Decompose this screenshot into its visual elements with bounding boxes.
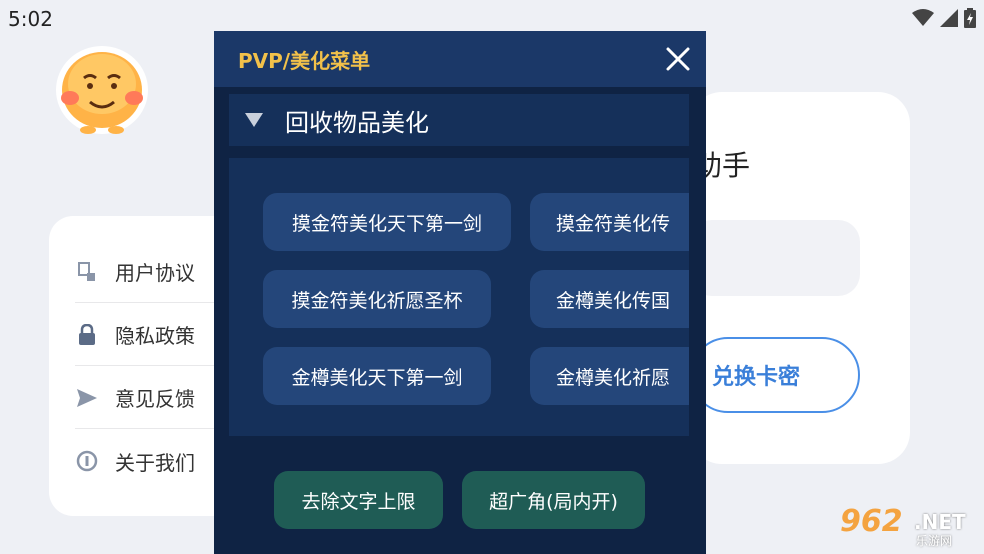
send-icon (75, 386, 99, 410)
section-label: 回收物品美化 (285, 108, 429, 137)
lock-icon (75, 323, 99, 347)
menu-item-label: 隐私政策 (115, 324, 195, 348)
site-watermark: 962 .NET 乐游网 (840, 504, 978, 548)
overlay-title: PVP/美化菜单 (238, 49, 371, 73)
redeem-button[interactable]: 兑换卡密 (690, 337, 860, 413)
section-header-recycle-items[interactable]: 回收物品美化 (229, 94, 689, 146)
redeem-card: 助手 兑换卡密 (690, 92, 910, 464)
signal-icon (940, 9, 958, 31)
chip-button[interactable]: 金樽美化传国 (530, 270, 689, 328)
info-icon (75, 449, 99, 473)
menu-item-privacy-policy[interactable]: 隐私政策 (75, 304, 235, 366)
chip-button[interactable]: 摸金符美化祈愿圣杯 (263, 270, 491, 328)
menu-item-label: 意见反馈 (115, 387, 195, 411)
mod-menu-overlay: PVP/美化菜单 回收物品美化 摸金符美化天下第一剑 摸金符美化传 摸金符美化祈… (214, 31, 706, 554)
chip-button[interactable]: 摸金符美化天下第一剑 (263, 193, 511, 251)
menu-item-label: 关于我们 (115, 450, 195, 475)
close-icon[interactable] (664, 45, 692, 73)
menu-item-label: 用户协议 (115, 261, 195, 285)
wifi-icon (912, 9, 934, 31)
watermark-site-name: 乐游网 (916, 534, 953, 548)
overlay-header: PVP/美化菜单 (214, 31, 706, 87)
menu-item-about-us[interactable]: 关于我们 (75, 430, 235, 492)
battery-icon (964, 8, 976, 32)
chip-button[interactable]: 金樽美化天下第一剑 (263, 347, 491, 405)
menu-item-user-agreement[interactable]: 用户协议 (75, 241, 235, 303)
watermark-net: .NET (914, 510, 966, 534)
card-key-input[interactable] (690, 220, 860, 296)
status-time: 5:02 (8, 7, 53, 31)
watermark-number: 962 (840, 504, 903, 539)
collapse-triangle-icon (245, 113, 263, 127)
chip-button[interactable]: 摸金符美化传 (530, 193, 689, 251)
remove-text-limit-button[interactable]: 去除文字上限 (274, 471, 443, 529)
menu-item-feedback[interactable]: 意见反馈 (75, 367, 235, 429)
document-icon (75, 260, 99, 284)
chip-button[interactable]: 金樽美化祈愿 (530, 347, 689, 405)
status-icons (912, 8, 976, 32)
avatar[interactable] (50, 40, 154, 138)
ultra-wide-angle-button[interactable]: 超广角(局内开) (462, 471, 645, 529)
chip-grid: 摸金符美化天下第一剑 摸金符美化传 摸金符美化祈愿圣杯 金樽美化传国 金樽美化天… (229, 158, 689, 436)
